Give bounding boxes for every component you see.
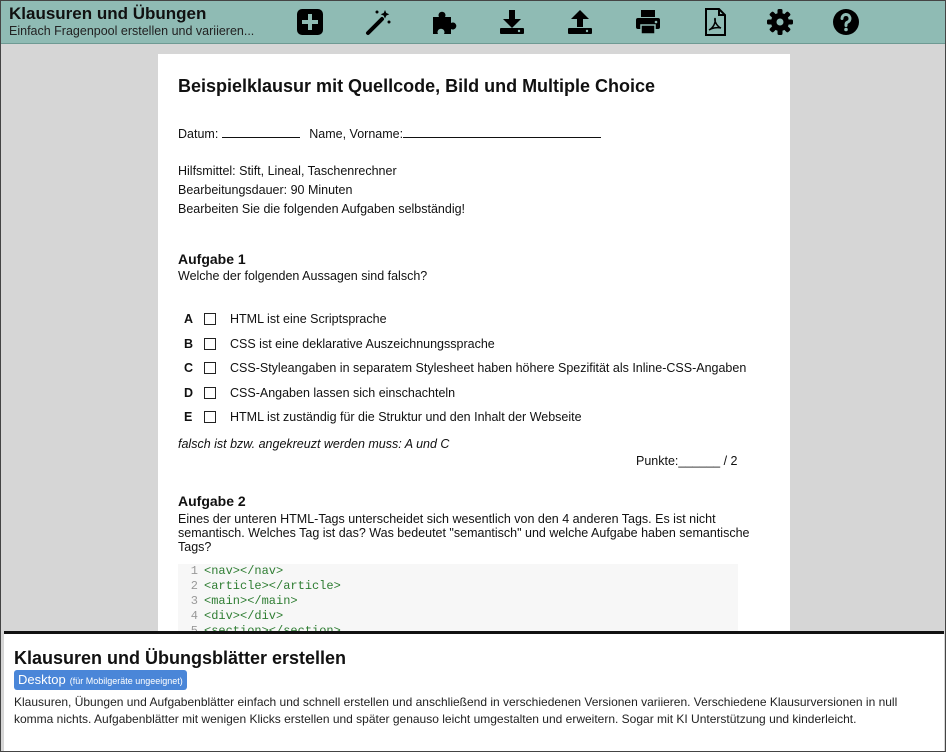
line-number: 1 xyxy=(190,564,198,578)
add-button[interactable] xyxy=(293,5,327,39)
help-icon xyxy=(833,9,859,35)
task2-question-line: Eines der unteren HTML-Tags unterscheide… xyxy=(178,512,716,526)
document-stage: Beispielklausur mit Quellcode, Bild und … xyxy=(1,44,945,634)
option-text: CSS-Angaben lassen sich einschachteln xyxy=(230,386,456,400)
add-icon xyxy=(297,9,323,35)
download-icon xyxy=(500,10,524,34)
option-d: D CSS-Angaben lassen sich einschachteln xyxy=(184,384,455,402)
task2-heading: Aufgabe 2 xyxy=(178,493,246,509)
name-blank xyxy=(403,126,602,138)
magic-wand-icon xyxy=(366,10,391,35)
instruction-text: Bearbeiten Sie die folgenden Aufgaben se… xyxy=(178,202,466,216)
download-button[interactable] xyxy=(495,5,529,39)
duration-text: Bearbeitungsdauer: 90 Minuten xyxy=(178,183,353,197)
app-window: Klausuren und Übungen Einfach Fragenpool… xyxy=(0,0,946,752)
help-button[interactable] xyxy=(829,5,863,39)
task2-question-line: Tags? xyxy=(178,540,212,554)
task1-points: Punkte:______ / 2 xyxy=(636,454,738,468)
pdf-icon xyxy=(705,8,726,36)
option-b: B CSS ist eine deklarative Auszeichnungs… xyxy=(184,335,495,353)
task2-question-line: semantisch. Welches Tag ist das? Was bed… xyxy=(178,526,750,540)
code-line: 2 <article></article> xyxy=(178,579,738,594)
code-text: <nav></nav> xyxy=(204,564,284,578)
info-description: Klausuren, Übungen und Aufgabenblätter e… xyxy=(14,695,898,726)
option-letter: B xyxy=(184,337,194,351)
task1-question: Welche der folgenden Aussagen sind falsc… xyxy=(178,269,428,283)
option-letter: A xyxy=(184,312,194,326)
code-line: 3 <main></main> xyxy=(178,594,738,609)
badge-sub: (für Mobilgeräte ungeeignet) xyxy=(69,676,183,686)
option-letter: C xyxy=(184,361,194,375)
line-number: 2 xyxy=(190,579,198,593)
option-c: C CSS-Styleangaben in separatem Styleshe… xyxy=(184,359,746,377)
option-letter: E xyxy=(184,410,193,424)
name-label: Name, Vorname: xyxy=(309,127,404,141)
exam-page: Beispielklausur mit Quellcode, Bild und … xyxy=(158,54,790,634)
exam-title: Beispielklausur mit Quellcode, Bild und … xyxy=(178,76,656,96)
option-checkbox[interactable] xyxy=(204,362,216,374)
option-checkbox[interactable] xyxy=(204,411,216,423)
puzzle-button[interactable] xyxy=(427,5,461,39)
date-label: Datum: xyxy=(178,127,219,141)
code-line: 4 <div></div> xyxy=(178,609,738,624)
desktop-badge: Desktop (für Mobilgeräte ungeeignet) xyxy=(14,670,187,690)
option-e: E HTML ist zuständig für die Struktur un… xyxy=(184,408,582,426)
option-checkbox[interactable] xyxy=(204,338,216,350)
option-checkbox[interactable] xyxy=(204,313,216,325)
info-title: Klausuren und Übungsblätter erstellen xyxy=(14,648,347,668)
print-icon xyxy=(636,10,660,35)
option-text: HTML ist eine Scriptsprache xyxy=(230,312,387,326)
code-block: 1 <nav></nav> 2 <article></article> 3 <main… xyxy=(178,564,738,634)
option-a: A HTML ist eine Scriptsprache xyxy=(184,310,387,328)
option-checkbox[interactable] xyxy=(204,387,216,399)
upload-button[interactable] xyxy=(563,5,597,39)
upload-icon xyxy=(568,10,592,34)
aids-text: Hilfsmittel: Stift, Lineal, Taschenrechn… xyxy=(178,164,397,178)
code-text: <main></main> xyxy=(204,594,298,608)
option-text: CSS ist eine deklarative Auszeichnungssp… xyxy=(230,337,495,351)
option-letter: D xyxy=(184,386,194,400)
task1-heading: Aufgabe 1 xyxy=(178,251,246,267)
print-button[interactable] xyxy=(631,5,665,39)
task1-answer: falsch ist bzw. angekreuzt werden muss: … xyxy=(178,437,450,451)
code-line: 1 <nav></nav> xyxy=(178,564,738,579)
app-title: Klausuren und Übungen xyxy=(9,4,207,23)
option-text: HTML ist zuständig für die Struktur und … xyxy=(230,410,582,424)
puzzle-icon xyxy=(433,11,457,34)
magic-button[interactable] xyxy=(361,5,395,39)
gear-icon xyxy=(767,9,793,35)
code-text: <article></article> xyxy=(204,579,341,593)
line-number: 4 xyxy=(190,609,198,623)
app-header: Klausuren und Übungen Einfach Fragenpool… xyxy=(1,1,945,44)
header-fields: Datum: Name, Vorname: xyxy=(178,126,602,141)
date-blank xyxy=(221,126,300,138)
app-subtitle: Einfach Fragenpool erstellen und variier… xyxy=(9,24,255,38)
option-text: CSS-Styleangaben in separatem Stylesheet… xyxy=(230,361,747,375)
info-panel: Klausuren und Übungsblätter erstellen De… xyxy=(4,631,944,751)
pdf-button[interactable] xyxy=(698,5,732,39)
settings-button[interactable] xyxy=(763,5,797,39)
line-number: 3 xyxy=(190,594,198,608)
code-text: <div></div> xyxy=(204,609,284,623)
badge-main: Desktop xyxy=(18,672,66,687)
